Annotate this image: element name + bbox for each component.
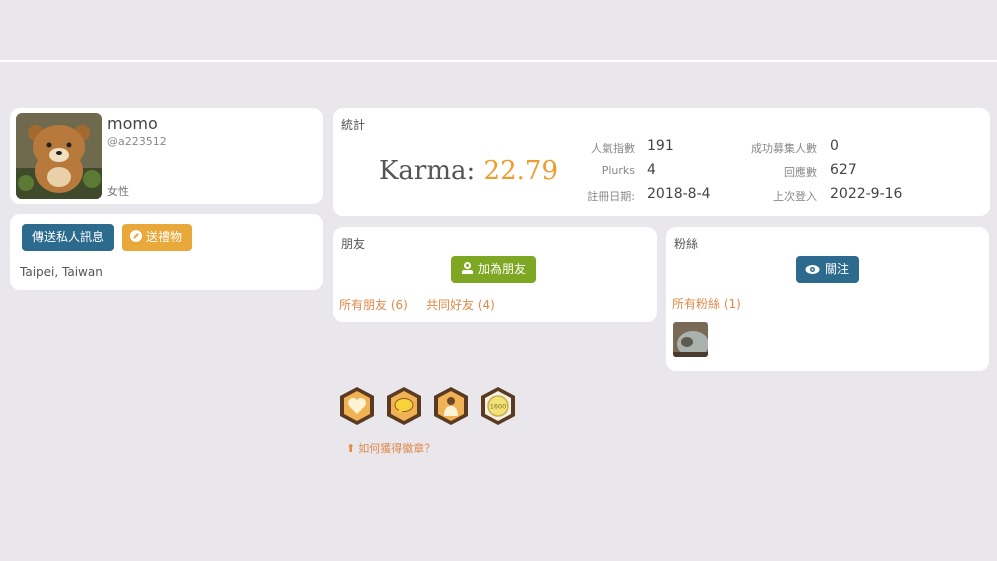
location-text: Taipei, Taiwan [20,265,103,279]
recruited-value: 0 [830,138,839,154]
pointer-icon: ⬆ [346,442,356,455]
actions-card: 傳送私人訊息 送禮物 Taipei, Taiwan [10,214,323,290]
friends-card: 朋友 加為朋友 所有朋友 (6) 共同好友 (4) [333,227,657,322]
badge-help-link[interactable]: ⬆ 如何獲得徽章？ [346,440,435,456]
karma-value: 22.79 [483,156,558,186]
plurks-value: 4 [647,162,656,178]
fans-title: 粉絲 [674,237,699,251]
avatar[interactable] [16,113,102,199]
send-gift-label: 送禮物 [146,230,183,244]
all-friends-link[interactable]: 所有朋友 (6) [339,296,408,313]
mutual-friends-link[interactable]: 共同好友 (4) [426,296,495,313]
send-private-message-button[interactable]: 傳送私人訊息 [22,224,115,251]
nick-name: @a223512 [107,135,167,148]
joined-value: 2018-8-4 [647,186,711,202]
add-friend-button[interactable]: 加為朋友 [451,256,537,283]
karma-label: Karma: [379,156,476,186]
eye-icon [805,258,820,285]
recruited-label: 成功募集人數 [751,142,817,155]
1600-badge-icon[interactable]: 1600 [480,386,516,426]
all-fans-link[interactable]: 所有粉絲 (1) [672,295,741,312]
badge-1600-text: 1600 [490,403,507,411]
add-friend-label: 加為朋友 [478,262,527,276]
last-login-value: 2022-9-16 [830,186,903,202]
heart-badge-icon[interactable] [339,386,375,426]
display-name: momo [107,114,158,133]
person-add-icon [462,262,473,274]
fan-avatar-image [673,322,708,357]
popularity-value: 191 [647,138,674,154]
popularity-label: 人氣指數 [591,142,635,155]
karma-display: Karma: 22.79 [379,156,558,186]
profile-card: momo @a223512 女性 [10,108,323,204]
joined-label: 註冊日期: [587,190,635,203]
stats-card: 統計 Karma: 22.79 人氣指數 191 Plurks 4 註冊日期: … [333,108,990,216]
chat-badge-icon[interactable] [386,386,422,426]
badge-help-label: 如何獲得徽章？ [358,442,436,455]
plurks-label: Plurks [601,164,635,177]
friends-title: 朋友 [341,237,366,251]
fan-avatar[interactable] [673,322,708,357]
responses-label: 回應數 [784,166,817,179]
fans-card: 粉絲 關注 所有粉絲 (1) [666,227,989,371]
stats-title: 統計 [341,118,366,132]
bear-avatar-image [16,113,102,199]
gender-label: 女性 [107,185,129,198]
follow-button[interactable]: 關注 [796,256,860,285]
follow-label: 關注 [825,262,850,276]
last-login-label: 上次登入 [773,190,817,203]
send-gift-button[interactable]: 送禮物 [122,224,193,251]
top-bar [0,0,997,62]
responses-value: 627 [830,162,857,178]
person-badge-icon[interactable] [433,386,469,426]
gift-icon [130,230,142,242]
